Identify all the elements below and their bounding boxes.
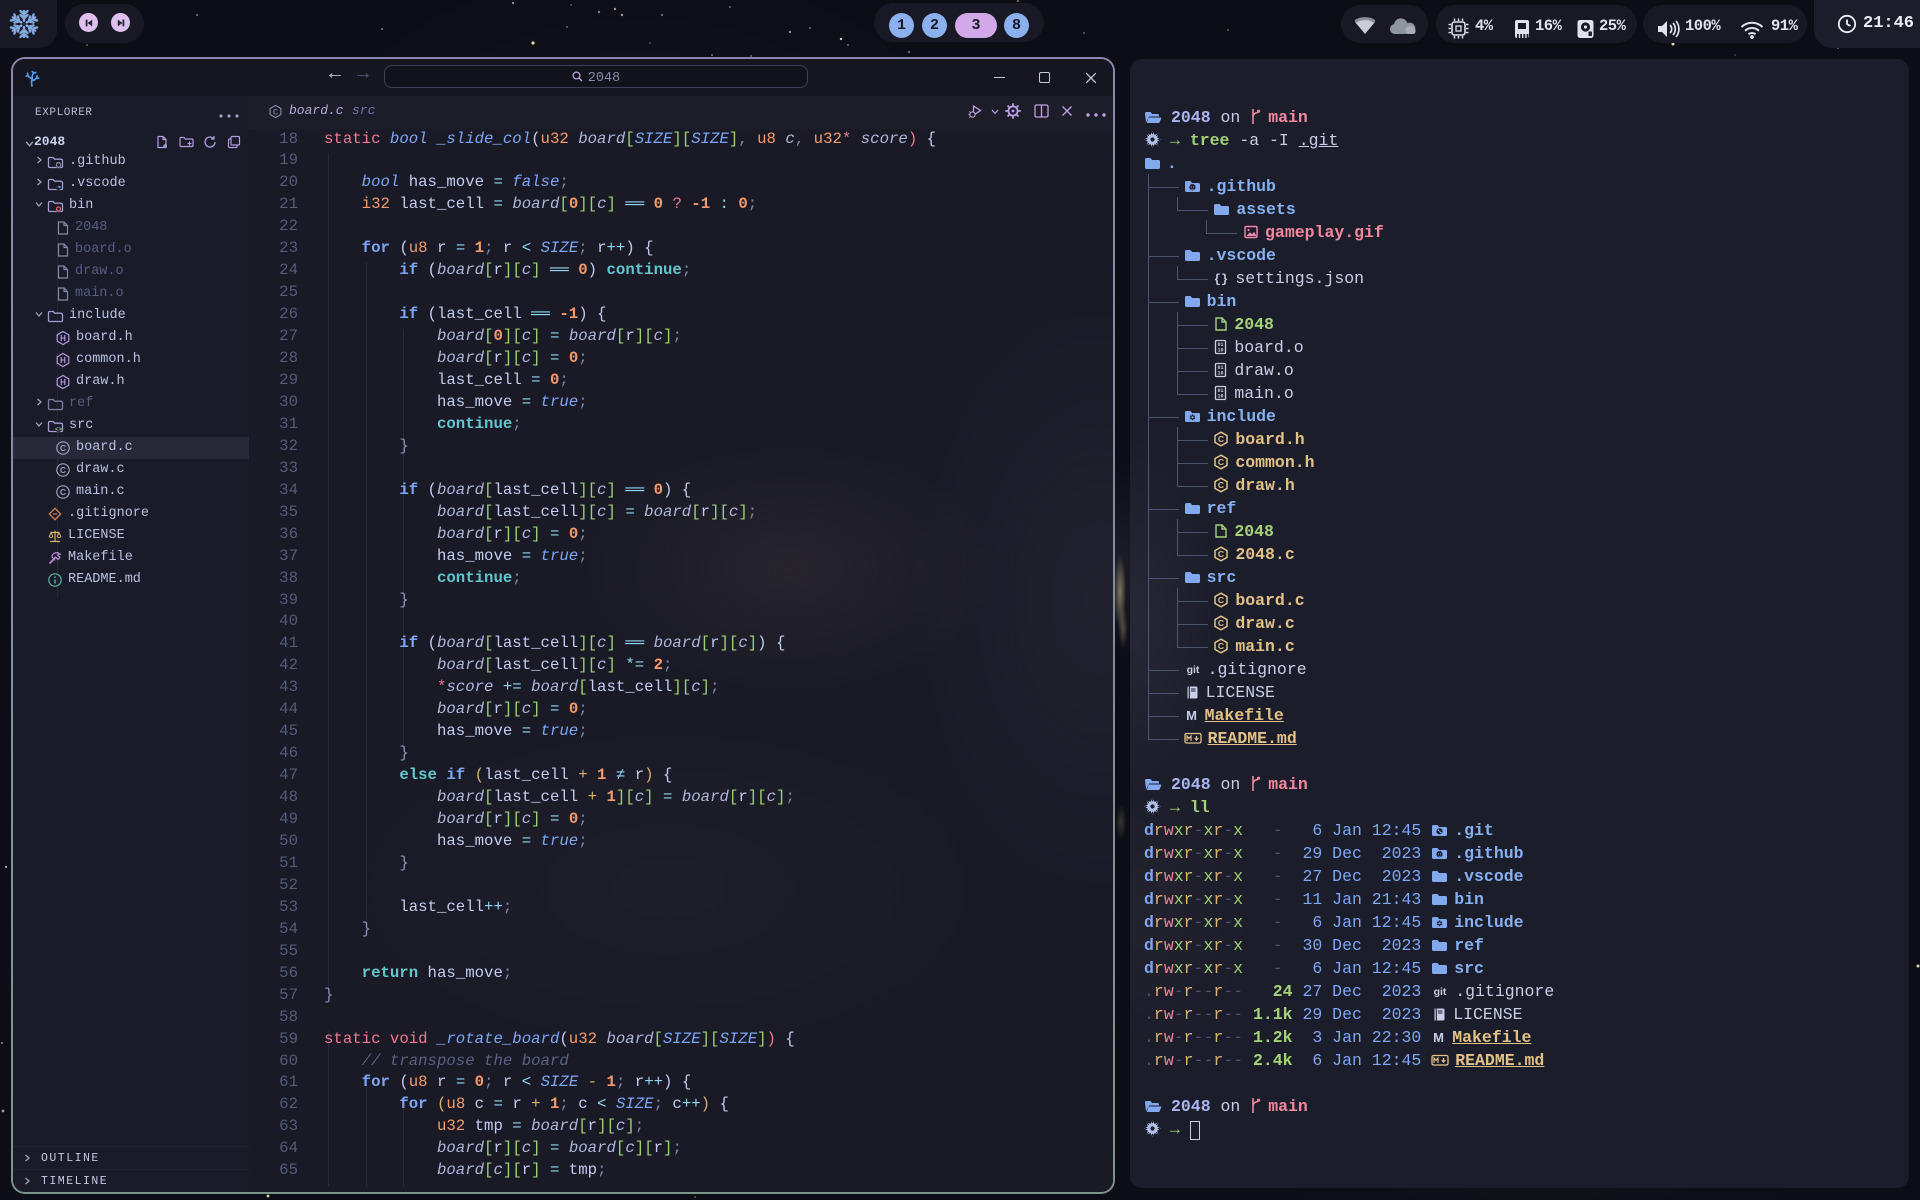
svg-text:git: git (1434, 986, 1447, 998)
svg-text:C: C (60, 443, 66, 453)
svg-text:{}: {} (1214, 273, 1228, 287)
svg-text:M: M (1433, 1030, 1444, 1045)
svg-text:C: C (1218, 457, 1224, 467)
svg-text:C: C (1218, 480, 1224, 490)
svg-text:C: C (60, 487, 66, 497)
svg-text:M: M (1186, 708, 1197, 723)
svg-text:git: git (1186, 664, 1199, 676)
svg-text:C: C (1218, 595, 1224, 605)
svg-text:10: 10 (1218, 348, 1224, 354)
svg-text:C: C (60, 465, 66, 475)
svg-text:10: 10 (1218, 371, 1224, 377)
svg-text:C: C (1218, 618, 1224, 628)
svg-text:H: H (60, 378, 66, 387)
svg-text:C: C (1218, 434, 1224, 444)
svg-text:C: C (1218, 549, 1224, 559)
svg-text:C: C (1218, 641, 1224, 651)
svg-text:H: H (60, 356, 66, 365)
svg-text:H: H (60, 334, 66, 343)
svg-text:10: 10 (1218, 394, 1224, 400)
svg-text:C: C (273, 107, 278, 117)
svg-text:<>: <> (55, 427, 63, 433)
